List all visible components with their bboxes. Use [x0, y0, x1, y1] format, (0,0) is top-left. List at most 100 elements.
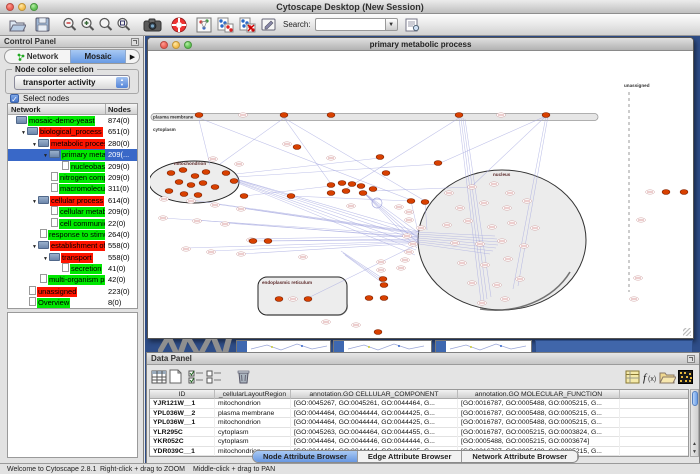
network-canvas[interactable]: plasma membranecytoplasmmitochondrionnuc… — [150, 52, 691, 337]
graph-node[interactable] — [365, 296, 373, 301]
delete-attribute-icon[interactable] — [235, 368, 252, 385]
enhanced-search-icon[interactable] — [405, 16, 420, 34]
graph-node[interactable] — [180, 192, 188, 197]
tab-network-attribute-browser[interactable]: Network Attribute Browser — [462, 451, 578, 462]
column-header[interactable]: _cellularLayoutRegion — [215, 390, 291, 399]
graph-node[interactable] — [280, 113, 288, 118]
graph-node[interactable] — [542, 113, 550, 118]
attribute-matrix-icon[interactable] — [677, 368, 694, 385]
snapshot-icon[interactable] — [143, 16, 162, 34]
graph-node[interactable] — [382, 171, 390, 176]
graph-node[interactable] — [421, 200, 429, 205]
graph-node[interactable] — [357, 184, 365, 189]
search-input[interactable] — [315, 18, 385, 31]
unselect-attributes-icon[interactable] — [205, 368, 222, 385]
column-header[interactable]: annotation.GO CELLULAR_COMPONENT — [291, 390, 458, 399]
table-row[interactable]: YJR121W__1mitochondrion[GO:0045267, GO:0… — [150, 399, 688, 409]
zoom-button[interactable] — [30, 3, 38, 11]
table-row[interactable]: YLR295Ccytoplasm[GO:0045263, GO:0044464,… — [150, 428, 688, 438]
graph-node[interactable] — [194, 193, 202, 198]
graph-node[interactable] — [380, 296, 388, 301]
tree-row-macromolecule[interactable]: macromolecule311(0) — [8, 183, 137, 194]
node-color-dropdown[interactable]: transporter activity ▲▼ — [14, 75, 130, 90]
table-row[interactable]: YPL036W__1mitochondrion[GO:0044464, GO:0… — [150, 418, 688, 428]
zoom-out-icon[interactable] — [62, 16, 78, 34]
graph-node[interactable] — [380, 283, 388, 288]
graph-node[interactable] — [165, 189, 173, 194]
column-header[interactable]: ID — [150, 390, 215, 399]
tree-row-cell-communicat[interactable]: cell communicat22(0) — [8, 218, 137, 229]
graph-node[interactable] — [369, 187, 377, 192]
graph-node[interactable] — [211, 185, 219, 190]
select-nodes-checkbox[interactable]: ✓ — [10, 94, 19, 103]
view-close-button[interactable] — [160, 41, 168, 49]
graph-node[interactable] — [222, 171, 230, 176]
tree-row-mosaic-demo-yeast[interactable]: mosaic-demo-yeast874(0) — [8, 115, 137, 126]
tree-row-biological-process[interactable]: ▼biological_process651(0) — [8, 126, 137, 137]
graph-node[interactable] — [191, 174, 199, 179]
tree-row-unassigned[interactable]: unassigned223(0) — [8, 286, 137, 297]
resize-grip[interactable] — [683, 328, 691, 336]
graph-node[interactable] — [455, 113, 463, 118]
tree-row-transport[interactable]: ▼transport558(0) — [8, 252, 137, 263]
view-zoom-button[interactable] — [184, 41, 192, 49]
search-dropdown-arrow[interactable]: ▼ — [385, 18, 398, 31]
graph-node[interactable] — [275, 297, 283, 302]
import-attributes-icon[interactable] — [659, 368, 676, 385]
graph-node[interactable] — [293, 145, 301, 150]
float-panel-icon[interactable] — [131, 38, 139, 46]
graph-node[interactable] — [179, 168, 187, 173]
tree-row-multi-organism-pro[interactable]: multi-organism pro42(0) — [8, 274, 137, 285]
table-scrollbar[interactable]: ▲ ▼ — [690, 389, 699, 457]
tab-node-attribute-browser[interactable]: Node Attribute Browser — [253, 451, 358, 462]
graph-node[interactable] — [264, 239, 272, 244]
zoom-fit-icon[interactable] — [98, 16, 114, 34]
graph-node[interactable] — [175, 180, 183, 185]
graph-node[interactable] — [338, 181, 346, 186]
graph-node[interactable] — [287, 194, 295, 199]
graph-node[interactable] — [304, 297, 312, 302]
save-session-icon[interactable] — [35, 16, 50, 34]
select-attributes-icon[interactable] — [187, 368, 204, 385]
tab-network[interactable]: Network — [5, 50, 70, 63]
graph-node[interactable] — [327, 191, 335, 196]
graph-node[interactable] — [379, 277, 387, 282]
graph-node[interactable] — [342, 189, 350, 194]
graph-node[interactable] — [187, 183, 195, 188]
close-button[interactable] — [6, 3, 14, 11]
tree-row-establishment-of-lo[interactable]: ▼establishment of lo558(0) — [8, 240, 137, 251]
view-minimize-button[interactable] — [172, 41, 180, 49]
attribute-table-icon[interactable] — [150, 368, 167, 385]
float-panel-icon[interactable] — [687, 355, 695, 363]
tree-row-cellular-metabo[interactable]: cellular metabo209(0) — [8, 206, 137, 217]
network-overview-icon[interactable] — [196, 16, 212, 34]
create-view-icon[interactable] — [217, 16, 234, 34]
graph-node[interactable] — [434, 161, 442, 166]
graph-node[interactable] — [407, 199, 415, 204]
network-window-titlebar[interactable]: primary metabolic process — [148, 38, 693, 51]
new-attribute-icon[interactable] — [167, 368, 184, 385]
tree-row-secretion[interactable]: secretion41(0) — [8, 263, 137, 274]
destroy-view-icon[interactable] — [239, 16, 256, 34]
open-session-icon[interactable] — [8, 16, 26, 34]
graph-node[interactable] — [240, 194, 248, 199]
scroll-up-icon[interactable]: ▲ — [691, 441, 698, 447]
graph-node[interactable] — [680, 190, 688, 195]
graph-node[interactable] — [230, 179, 238, 184]
help-icon[interactable] — [171, 16, 187, 34]
annotations-icon[interactable] — [261, 16, 277, 34]
graph-node[interactable] — [167, 171, 175, 176]
graph-node[interactable] — [359, 191, 367, 196]
graph-node[interactable] — [327, 183, 335, 188]
tree-row-primary-metabo[interactable]: ▼primary metabo209(... — [8, 149, 137, 160]
column-header[interactable]: annotation.GO MOLECULAR_FUNCTION — [458, 390, 620, 399]
graph-node[interactable] — [662, 190, 670, 195]
graph-node[interactable] — [202, 170, 210, 175]
graph-node[interactable] — [195, 113, 203, 118]
graph-node[interactable] — [376, 155, 384, 160]
tree-row-response-to-stimulu[interactable]: response to stimulu264(0) — [8, 229, 137, 240]
table-row[interactable]: YKR052Ccytoplasm[GO:0044464, GO:0044446,… — [150, 437, 688, 447]
tree-row-cellular-process[interactable]: ▼cellular process614(0) — [8, 195, 137, 206]
tree-row-nucleobase-[interactable]: nucleobase-209(0) — [8, 161, 137, 172]
tab-mosaic[interactable]: Mosaic — [70, 50, 126, 63]
